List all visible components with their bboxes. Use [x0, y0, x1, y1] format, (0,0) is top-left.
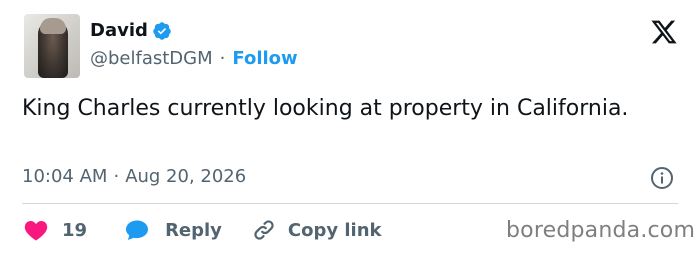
info-icon[interactable]	[650, 166, 674, 190]
tweet-time: 10:04 AM	[22, 166, 108, 187]
like-count: 19	[62, 219, 88, 241]
author-handle-row: @belfastDGM · Follow	[90, 48, 298, 69]
tweet-actions: 19 Reply Copy link	[24, 217, 382, 243]
reply-label: Reply	[165, 219, 222, 241]
reply-button[interactable]: Reply	[125, 219, 252, 241]
author-name-row: David	[90, 20, 172, 41]
like-button[interactable]: 19	[24, 219, 125, 241]
watermark: boredpanda.com	[506, 218, 696, 243]
divider	[22, 203, 678, 204]
copy-link-button[interactable]: Copy link	[252, 218, 382, 242]
handle-separator: ·	[219, 48, 226, 69]
x-logo-icon[interactable]	[650, 18, 678, 46]
tweet-text: King Charles currently looking at proper…	[22, 96, 629, 121]
tweet-timestamp[interactable]: 10:04 AM · Aug 20, 2026	[22, 166, 246, 187]
follow-link[interactable]: Follow	[232, 48, 297, 69]
author-handle[interactable]: @belfastDGM	[90, 48, 213, 69]
copy-link-label: Copy link	[287, 219, 382, 241]
avatar-hair	[40, 18, 66, 34]
link-icon	[254, 220, 274, 240]
timestamp-separator: ·	[113, 166, 120, 187]
author-display-name[interactable]: David	[90, 20, 148, 41]
reply-bubble-icon	[126, 220, 149, 240]
avatar[interactable]	[24, 14, 80, 78]
verified-badge-icon	[153, 21, 171, 40]
heart-icon	[24, 221, 48, 241]
tweet-date: Aug 20, 2026	[125, 166, 247, 187]
